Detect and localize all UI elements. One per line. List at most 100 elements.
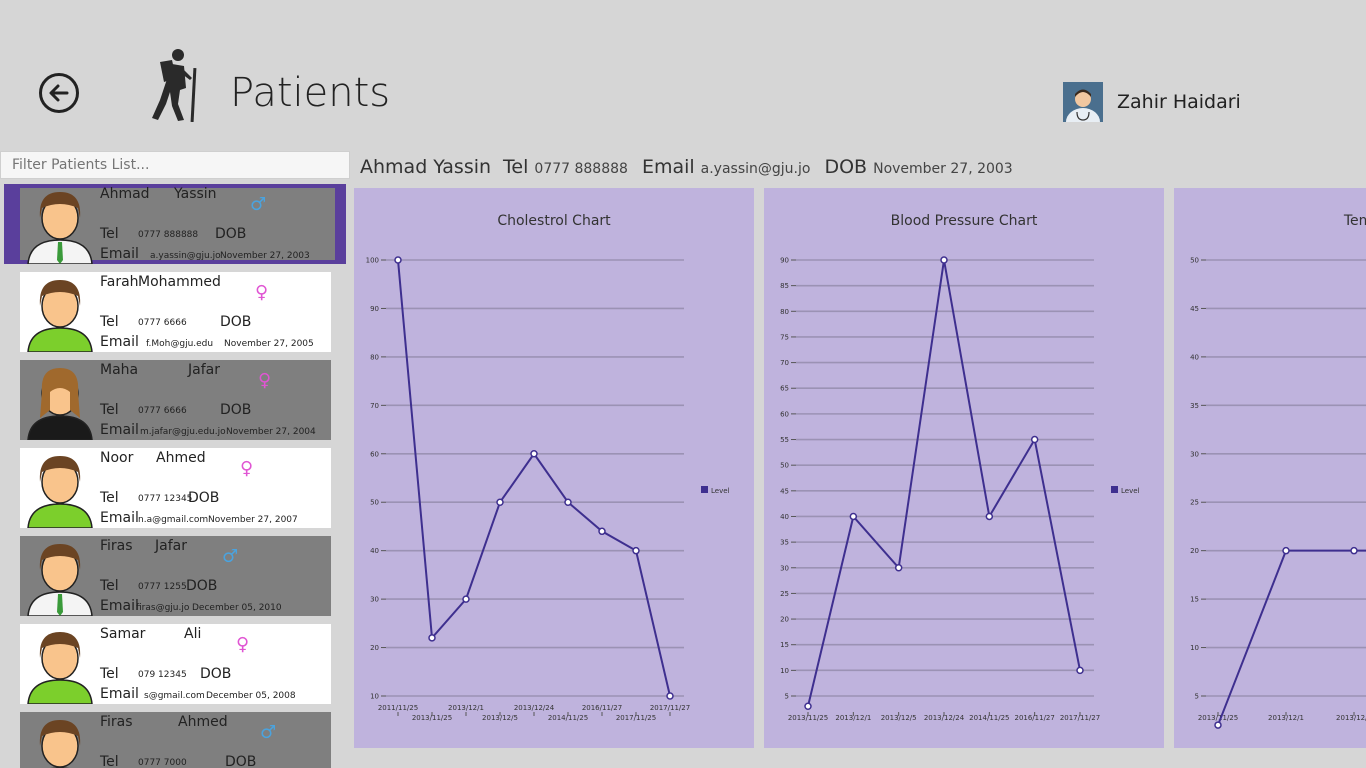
patient-card[interactable]: Firas Jafar ♂ Tel 0777 1255 DOB Email firas@gju… — [20, 536, 331, 617]
y-tick-label: 90 — [370, 305, 379, 313]
tel-value: 079 12345 — [138, 670, 187, 680]
female-icon: ♀ — [240, 458, 254, 479]
y-tick-label: 50 — [370, 499, 379, 507]
y-tick-label: 20 — [370, 644, 379, 652]
x-tick-label: 2017/11/27 — [1060, 714, 1100, 722]
data-point — [985, 512, 994, 521]
chart-title: Blood Pressure Chart — [891, 213, 1038, 229]
data-point — [804, 702, 812, 711]
email-label: Email — [100, 598, 139, 614]
dob-value: November 27, 2003 — [220, 251, 310, 261]
y-tick-label: 75 — [780, 333, 789, 341]
dob-label: DOB — [225, 754, 257, 768]
tel-value: 0777 888888 — [138, 230, 199, 240]
female-icon: ♀ — [255, 282, 269, 303]
patient-card[interactable]: Samar Ali ♀ Tel 079 12345 DOB Email s@gmail.com… — [20, 624, 331, 705]
y-tick-label: 55 — [780, 436, 789, 444]
x-tick-label: 2017/11/27 — [650, 704, 690, 712]
y-tick-label: 10 — [1190, 644, 1199, 652]
series-line — [397, 259, 671, 697]
data-point — [632, 546, 640, 555]
hiker-icon — [152, 49, 197, 122]
data-point — [1030, 435, 1039, 444]
patient-first-name: Ahmad — [100, 186, 150, 202]
patient-last-name: Jafar — [155, 538, 187, 554]
filter-patients-input[interactable] — [0, 151, 350, 179]
patient-avatar — [24, 450, 96, 529]
data-point — [496, 498, 504, 506]
y-tick-label: 65 — [780, 385, 789, 393]
y-tick-label: 50 — [780, 462, 789, 470]
patient-first-name: Farah — [100, 274, 139, 290]
female-icon: ♀ — [236, 634, 250, 655]
x-tick-label: 2017/11/25 — [616, 714, 656, 722]
x-tick-label: 2016/11/27 — [1014, 714, 1054, 722]
patient-first-name: Firas — [100, 538, 133, 554]
y-tick-label: 45 — [780, 487, 789, 495]
patient-card[interactable]: Farah Mohammed ♀ Tel 0777 6666 DOB Email f.Moh@… — [20, 272, 331, 353]
x-tick-label: 2013/11/25 — [788, 714, 828, 722]
y-tick-label: 35 — [1190, 402, 1199, 410]
y-tick-label: 45 — [1190, 305, 1199, 313]
x-tick-label: 2013/12/5 — [881, 714, 917, 722]
patient-avatar — [24, 714, 96, 768]
tel-label: Tel — [100, 402, 119, 418]
y-tick-label: 100 — [366, 257, 379, 265]
dob-label: DOB — [186, 578, 218, 594]
email-label: Email — [100, 334, 139, 350]
x-tick-label: 2013/12/5 — [1336, 714, 1366, 722]
patient-card[interactable]: Ahmad Yassin ♂ Tel 0777 888888 DOB Email a.yass… — [4, 184, 346, 265]
data-point — [849, 512, 858, 521]
x-tick-label: 2013/12/24 — [924, 714, 965, 722]
y-tick-label: 30 — [780, 564, 789, 572]
data-point — [530, 450, 538, 458]
y-tick-label: 60 — [780, 410, 789, 418]
y-tick-label: 70 — [370, 402, 379, 410]
x-tick-label: 2013/11/25 — [1198, 714, 1238, 722]
page-title: Patients — [230, 70, 391, 116]
y-tick-label: 50 — [1190, 257, 1199, 265]
tel-label: Tel — [100, 754, 119, 768]
patient-avatar — [24, 538, 96, 617]
patient-card[interactable]: Noor Ahmed ♀ Tel 0777 12345 DOB Email n.a@gmail… — [20, 448, 331, 529]
x-tick-label: 2016/11/27 — [582, 704, 622, 712]
x-tick-label: 2013/12/1 — [448, 704, 484, 712]
data-point — [1282, 546, 1290, 555]
patient-first-name: Firas — [100, 714, 133, 730]
back-button[interactable] — [39, 73, 79, 113]
patient-last-name: Mohammed — [138, 274, 221, 290]
patient-last-name: Jafar — [188, 362, 220, 378]
data-point — [1076, 666, 1084, 675]
patient-last-name: Ahmed — [178, 714, 228, 730]
y-tick-label: 80 — [370, 353, 379, 361]
patient-card[interactable]: FirasAhmed♂Tel0777 7000DOBEmail — [20, 712, 331, 768]
y-tick-label: 10 — [780, 667, 789, 675]
tel-value: 0777 6666 — [138, 406, 187, 416]
temperature-chart: Tempera 5 10 15 20 25 30 35 40 45 50 2013/11/25 2013… — [1190, 213, 1366, 729]
tel-label: Tel — [503, 156, 529, 178]
dob-value: December 05, 2008 — [206, 691, 296, 701]
x-tick-label: 2014/11/25 — [548, 714, 588, 722]
user-profile[interactable]: Zahir Haidari — [1063, 82, 1241, 122]
data-point — [462, 595, 470, 603]
patient-name: Ahmad Yassin — [360, 156, 492, 178]
male-icon: ♂ — [260, 722, 277, 743]
patient-card[interactable]: Maha Jafar ♀ Tel 0777 6666 DOB Email m.jafar@gj… — [20, 360, 331, 441]
user-name: Zahir Haidari — [1117, 91, 1241, 113]
y-tick-label: 60 — [370, 450, 379, 458]
email-label: Email — [100, 246, 139, 262]
dob-label: DOB — [220, 402, 252, 418]
y-tick-label: 20 — [1190, 547, 1199, 555]
y-tick-label: 10 — [370, 693, 379, 701]
email-value: firas@gju.jo — [136, 603, 190, 613]
data-point — [564, 498, 572, 506]
chart-title: Cholestrol Chart — [497, 213, 611, 229]
patient-avatar — [24, 362, 96, 441]
legend-swatch — [1111, 486, 1118, 493]
patient-last-name: Ahmed — [156, 450, 206, 466]
patient-list[interactable]: Ahmad Yassin ♂ Tel 0777 888888 DOB Email a.yass… — [0, 184, 350, 768]
x-tick-label: 2013/12/24 — [514, 704, 555, 712]
data-point — [394, 256, 402, 264]
y-tick-label: 80 — [780, 308, 789, 316]
dob-value: December 05, 2010 — [192, 603, 282, 613]
